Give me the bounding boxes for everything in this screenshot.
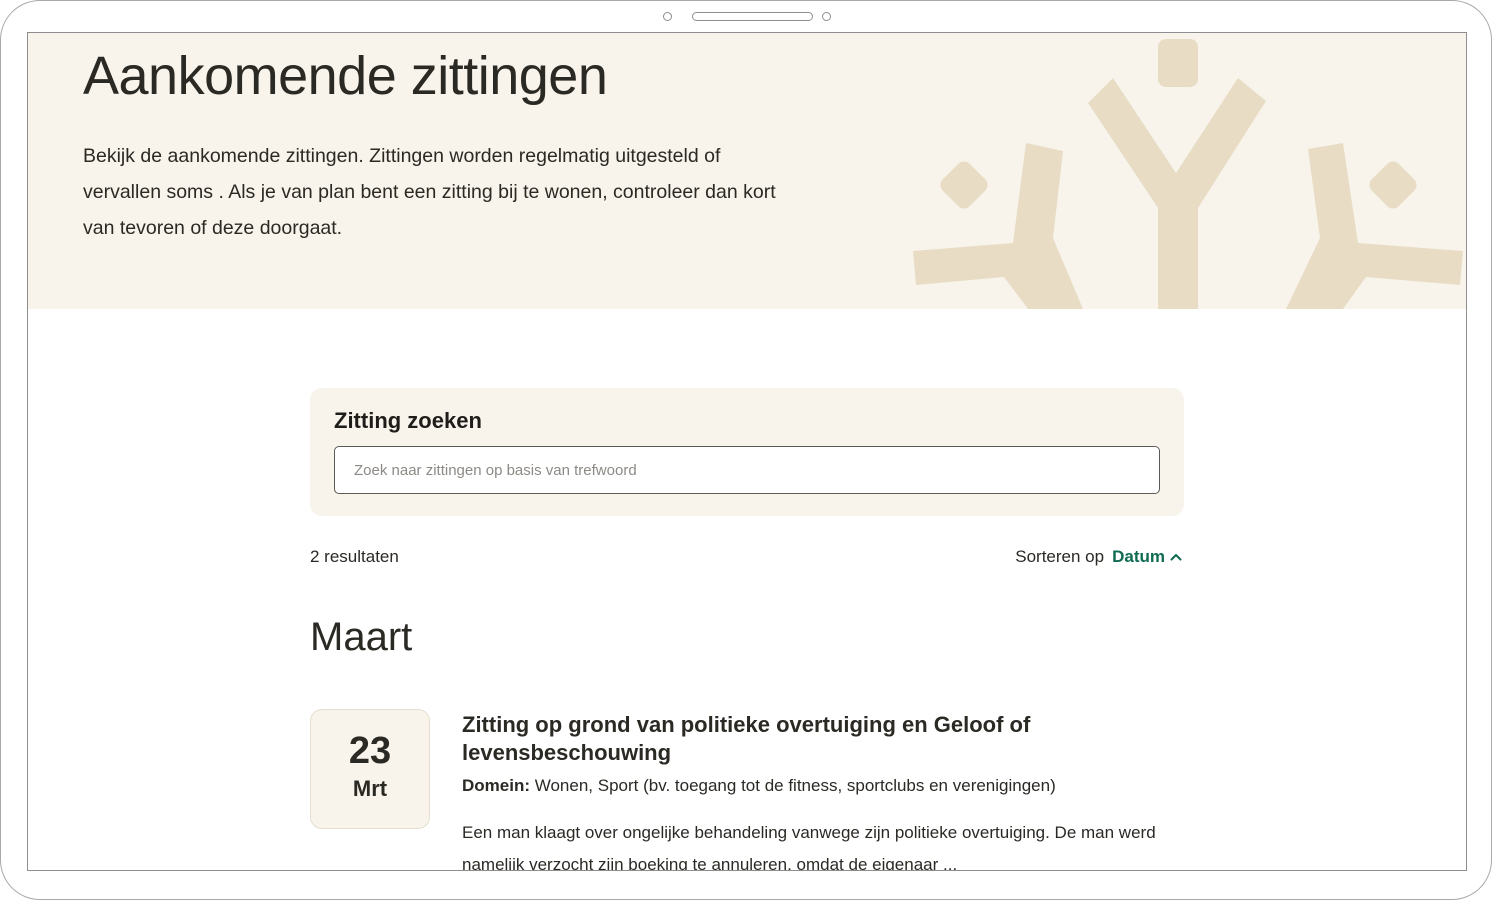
- event-month: Mrt: [352, 776, 388, 801]
- speaker-bar: [692, 12, 813, 21]
- hero-banner: Aankomende zittingen Bekijk de aankomend…: [28, 33, 1466, 309]
- event-domain: Domein: Wonen, Sport (bv. toegang tot de…: [462, 775, 1056, 797]
- event-title-link[interactable]: Zitting op grond van politieke overtuigi…: [462, 711, 1162, 767]
- hero-intro: Bekijk de aankomende zittingen. Zittinge…: [83, 145, 776, 239]
- device-frame: Aankomende zittingen Bekijk de aankomend…: [0, 0, 1492, 900]
- sort-value: Datum: [1112, 547, 1165, 566]
- camera-dot: [663, 12, 672, 21]
- event-domain-value: Wonen, Sport (bv. toegang tot de fitness…: [534, 776, 1056, 795]
- sort-control: Sorteren op Datum: [1015, 547, 1182, 567]
- event-card: 23 Mrt Zitting op grond van politieke ov…: [310, 709, 1184, 871]
- event-description: Een man klaagt over ongelijke behandelin…: [462, 823, 1156, 871]
- search-input[interactable]: [334, 446, 1160, 494]
- search-title: Zitting zoeken: [334, 408, 482, 433]
- sort-label: Sorteren op: [1015, 547, 1105, 566]
- page-title: Aankomende zittingen: [83, 46, 608, 106]
- month-heading: Maart: [310, 615, 413, 659]
- tree-branch-logo-icon: [913, 39, 1463, 309]
- event-day: 23: [348, 730, 392, 772]
- chevron-up-icon: [1170, 554, 1182, 561]
- sensor-dot: [822, 12, 831, 21]
- search-panel: Zitting zoeken: [310, 388, 1184, 516]
- event-domain-label: Domein:: [462, 776, 530, 795]
- sort-toggle-button[interactable]: Datum: [1112, 547, 1182, 567]
- browser-viewport: Aankomende zittingen Bekijk de aankomend…: [27, 32, 1467, 871]
- event-date-badge: 23 Mrt: [310, 709, 430, 829]
- results-count: 2 resultaten: [310, 547, 399, 566]
